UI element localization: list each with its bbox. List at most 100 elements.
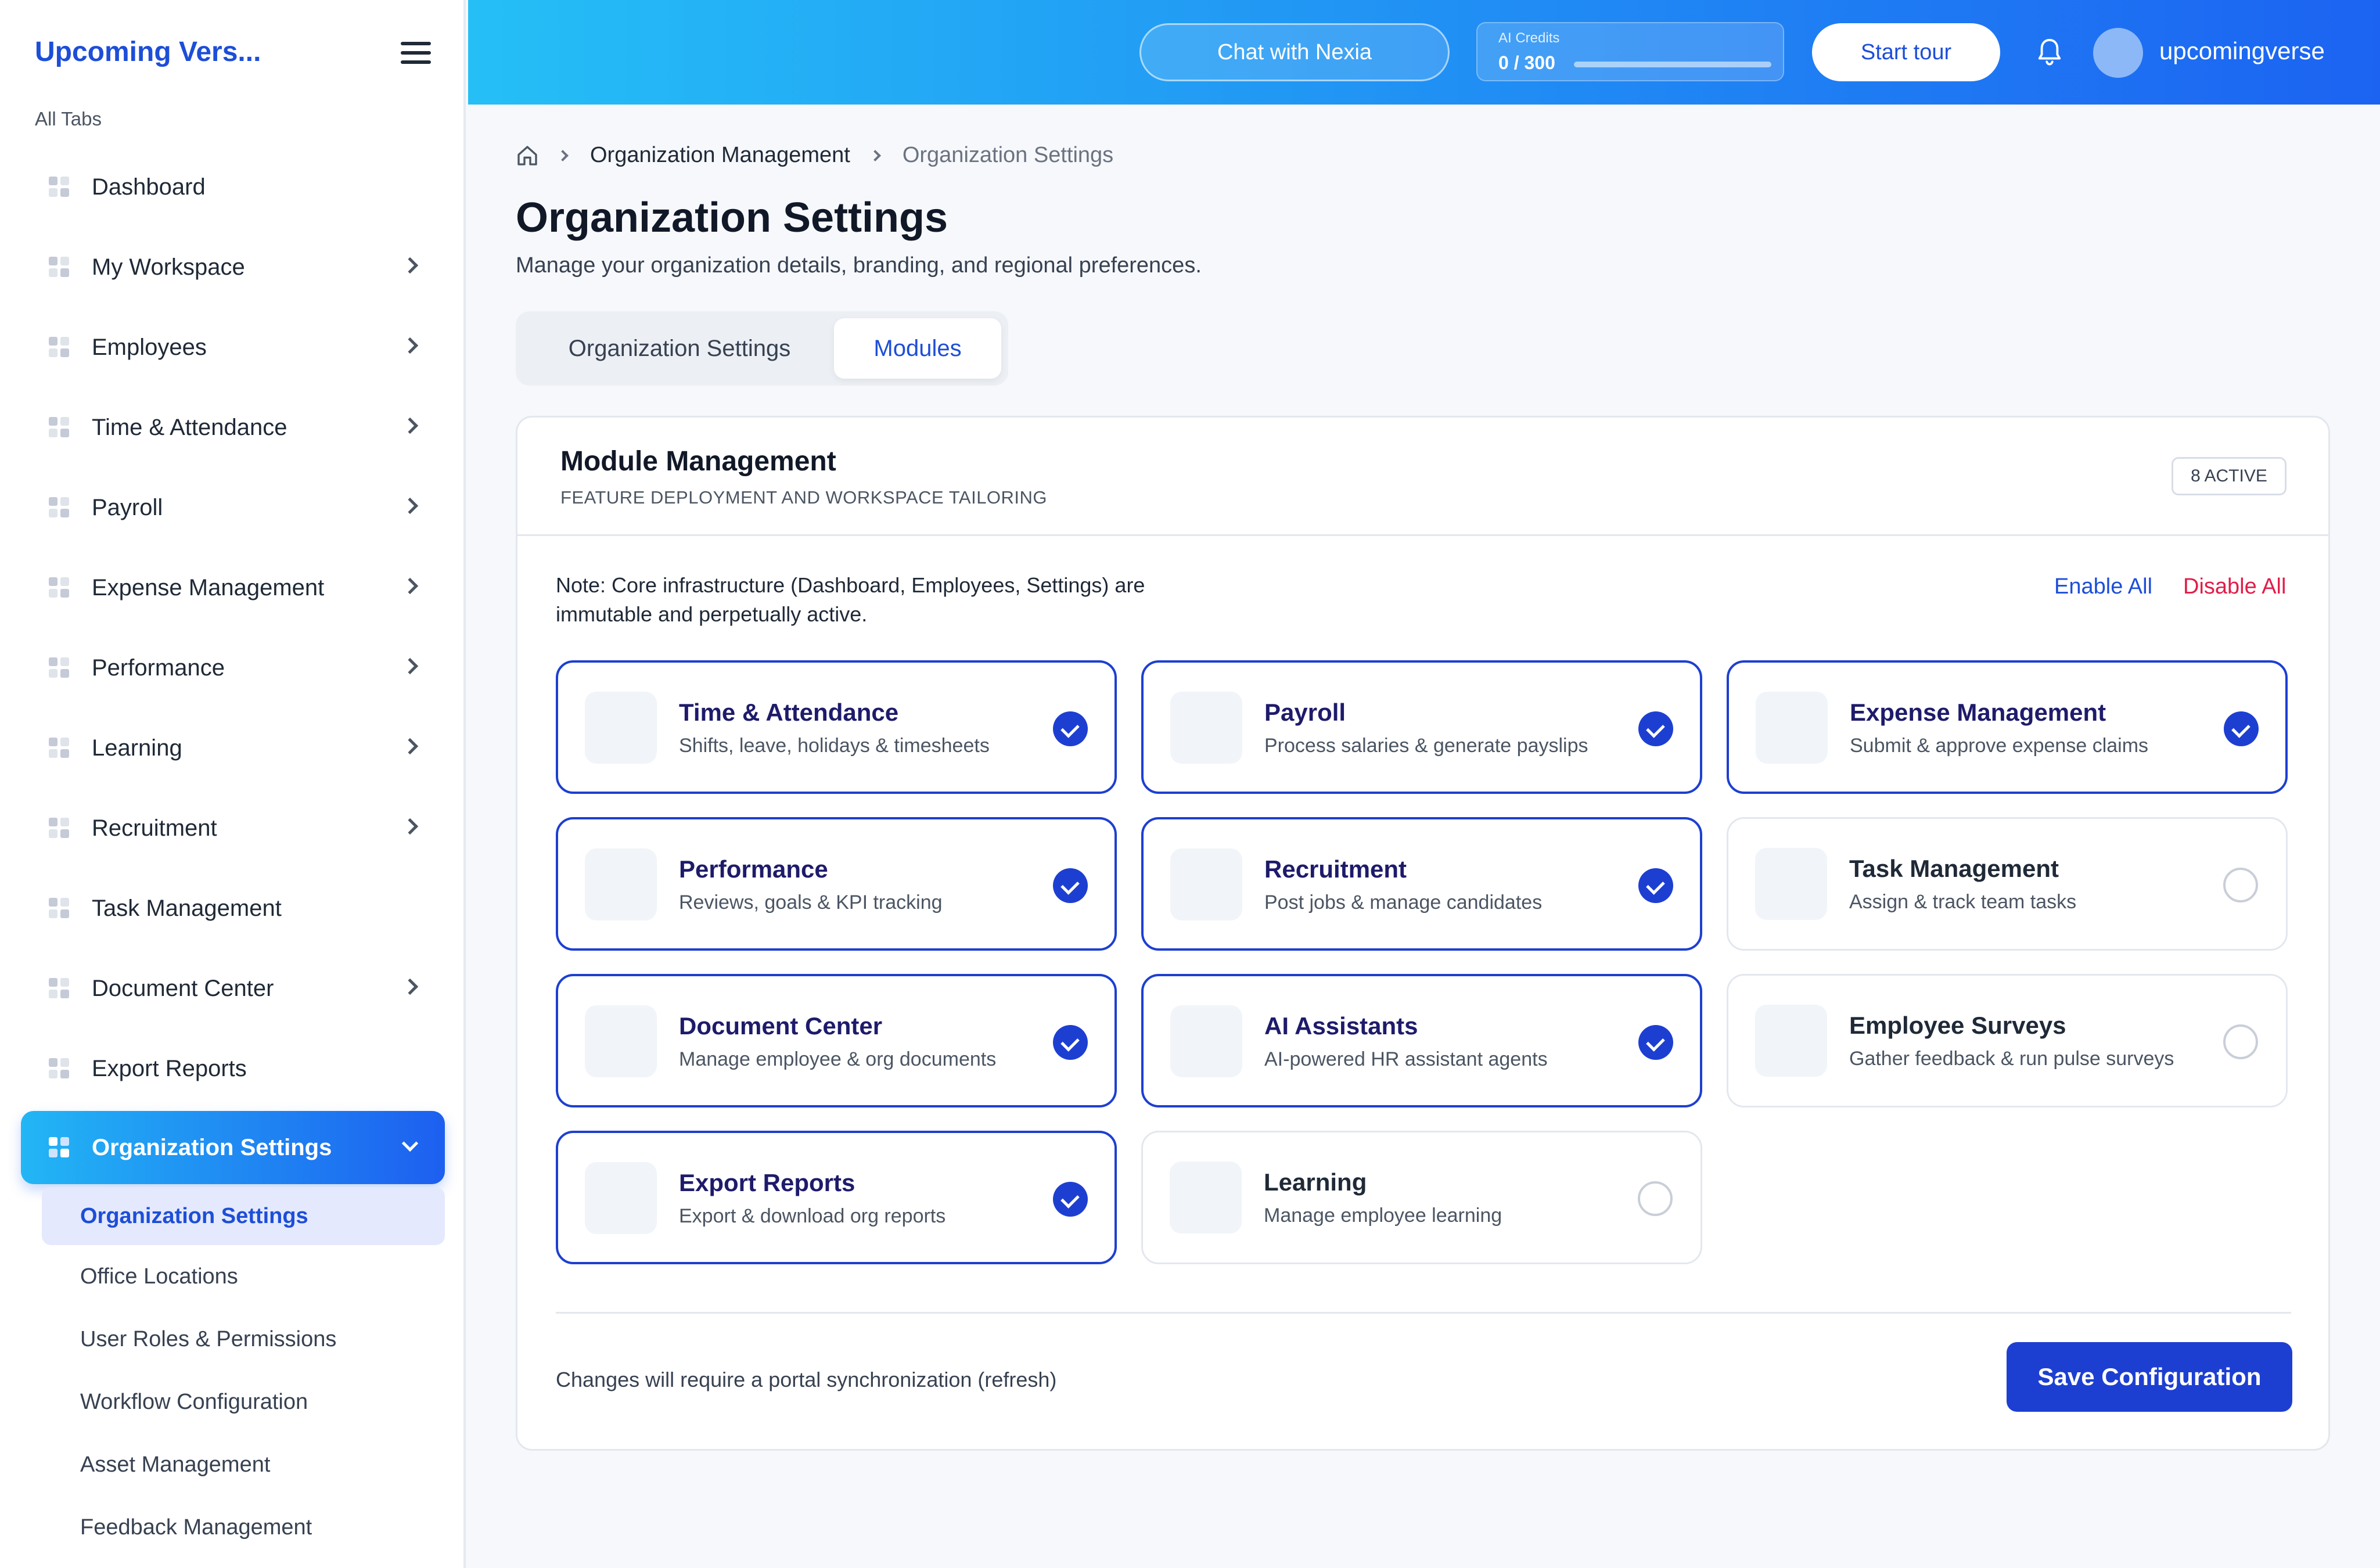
sidebar: Upcoming Vers... All Tabs Dashboard My W… (0, 0, 466, 1568)
module-ai-assistants[interactable]: AI Assistants AI-powered HR assistant ag… (1141, 974, 1702, 1107)
module-icon (1756, 692, 1828, 764)
module-export-reports[interactable]: Export Reports Export & download org rep… (556, 1131, 1117, 1264)
module-icon (1170, 1161, 1242, 1233)
checkmark-icon[interactable] (1638, 711, 1673, 746)
module-description: Manage employee & org documents (679, 1048, 997, 1070)
section-label: All Tabs (35, 108, 102, 130)
sidebar-item-label: Payroll (92, 494, 163, 520)
brand-name[interactable]: Upcoming Vers... (35, 36, 261, 68)
avatar[interactable] (2093, 28, 2143, 78)
menu-icon[interactable] (401, 42, 431, 65)
sidebar-item-label: Recruitment (92, 815, 217, 841)
module-name: AI Assistants (1264, 1012, 1418, 1040)
grid-icon (49, 898, 70, 919)
module-description: Export & download org reports (679, 1205, 946, 1227)
sidebar-item-performance[interactable]: Performance (21, 628, 445, 708)
sidebar-item-dashboard[interactable]: Dashboard (21, 147, 445, 227)
subnav-item-organization-settings[interactable]: Organization Settings (42, 1187, 445, 1245)
checkmark-icon[interactable] (1638, 868, 1673, 903)
module-name: Export Reports (679, 1169, 855, 1196)
chevron-right-icon (401, 657, 419, 675)
module-name: Payroll (1264, 699, 1346, 726)
sidebar-item-label: Organization Settings (92, 1134, 332, 1160)
grid-icon (49, 1058, 70, 1079)
subnav-item-office-locations[interactable]: Office Locations (42, 1245, 445, 1308)
enable-all-link[interactable]: Enable All (2054, 574, 2152, 599)
empty-circle-icon[interactable] (1638, 1181, 1673, 1216)
sidebar-item-organization-settings[interactable]: Organization Settings (21, 1111, 445, 1184)
module-employee-surveys[interactable]: Employee Surveys Gather feedback & run p… (1727, 974, 2288, 1107)
core-infrastructure-note: Note: Core infrastructure (Dashboard, Em… (556, 573, 1145, 626)
module-description: Manage employee learning (1264, 1204, 1502, 1227)
subnav-item-workflow-configuration[interactable]: Workflow Configuration (42, 1371, 445, 1433)
sidebar-item-label: Task Management (92, 895, 282, 921)
checkmark-icon[interactable] (1638, 1025, 1673, 1060)
page-subtitle: Manage your organization details, brandi… (516, 253, 1202, 278)
module-payroll[interactable]: Payroll Process salaries & generate pays… (1141, 660, 1702, 794)
sidebar-item-payroll[interactable]: Payroll (21, 467, 445, 548)
module-recruitment[interactable]: Recruitment Post jobs & manage candidate… (1141, 817, 1702, 951)
page-title: Organization Settings (516, 195, 948, 241)
grid-icon (49, 978, 70, 999)
sidebar-item-label: Time & Attendance (92, 414, 287, 440)
grid-icon (49, 738, 70, 758)
module-name: Employee Surveys (1849, 1012, 2066, 1039)
checkmark-icon[interactable] (2224, 711, 2259, 746)
checkmark-icon[interactable] (1053, 711, 1088, 746)
sidebar-item-expense-management[interactable]: Expense Management (21, 548, 445, 628)
module-name: Document Center (679, 1012, 883, 1040)
module-icon (1170, 848, 1242, 920)
save-configuration-button[interactable]: Save Configuration (2007, 1342, 2292, 1412)
module-description: Assign & track team tasks (1849, 891, 2077, 913)
sidebar-item-label: Expense Management (92, 574, 325, 600)
tab-modules[interactable]: Modules (834, 318, 1001, 379)
subnav-item-user-roles-permissions[interactable]: User Roles & Permissions (42, 1308, 445, 1371)
sidebar-item-recruitment[interactable]: Recruitment (21, 788, 445, 868)
module-expense-management[interactable]: Expense Management Submit & approve expe… (1727, 660, 2288, 794)
divider (556, 1312, 2291, 1314)
sidebar-item-time-attendance[interactable]: Time & Attendance (21, 387, 445, 467)
module-description: Post jobs & manage candidates (1264, 891, 1543, 914)
sidebar-item-my-workspace[interactable]: My Workspace (21, 227, 445, 307)
sidebar-item-employees[interactable]: Employees (21, 307, 445, 387)
breadcrumb-parent[interactable]: Organization Management (590, 143, 850, 168)
module-performance[interactable]: Performance Reviews, goals & KPI trackin… (556, 817, 1117, 951)
start-tour-button[interactable]: Start tour (1812, 23, 2000, 81)
checkmark-icon[interactable] (1053, 1025, 1088, 1060)
empty-circle-icon[interactable] (2223, 868, 2258, 902)
chevron-right-icon (401, 577, 419, 595)
module-description: Gather feedback & run pulse surveys (1849, 1048, 2174, 1070)
module-learning[interactable]: Learning Manage employee learning (1141, 1131, 1702, 1264)
home-icon[interactable] (516, 144, 539, 167)
module-description: Reviews, goals & KPI tracking (679, 891, 943, 914)
module-icon (1755, 1005, 1827, 1077)
module-name: Time & Attendance (679, 699, 899, 726)
module-task-management[interactable]: Task Management Assign & track team task… (1727, 817, 2288, 951)
subnav-item-feedback-management[interactable]: Feedback Management (42, 1496, 445, 1559)
module-name: Performance (679, 855, 828, 883)
chevron-right-icon (401, 978, 419, 995)
subnav-item-asset-management[interactable]: Asset Management (42, 1433, 445, 1496)
disable-all-link[interactable]: Disable All (2183, 574, 2286, 599)
sidebar-item-document-center[interactable]: Document Center (21, 948, 445, 1028)
module-name: Task Management (1849, 855, 2059, 882)
sync-note: Changes will require a portal synchroniz… (556, 1368, 1057, 1391)
active-count-badge: 8 ACTIVE (2172, 457, 2286, 495)
chat-with-nexia-button[interactable]: Chat with Nexia (1139, 23, 1450, 81)
module-description: Submit & approve expense claims (1850, 735, 2149, 757)
bell-icon[interactable] (2036, 37, 2063, 67)
sidebar-item-label: Employees (92, 334, 207, 360)
sidebar-item-task-management[interactable]: Task Management (21, 868, 445, 948)
empty-circle-icon[interactable] (2223, 1024, 2258, 1059)
tab-organization-settings[interactable]: Organization Settings (523, 318, 836, 379)
checkmark-icon[interactable] (1053, 868, 1088, 903)
module-time-attendance[interactable]: Time & Attendance Shifts, leave, holiday… (556, 660, 1117, 794)
module-icon (585, 848, 657, 920)
sidebar-nav: Dashboard My Workspace Employees Time & … (21, 147, 445, 1186)
module-document-center[interactable]: Document Center Manage employee & org do… (556, 974, 1117, 1107)
sidebar-item-learning[interactable]: Learning (21, 708, 445, 788)
checkmark-icon[interactable] (1053, 1182, 1088, 1217)
username[interactable]: upcomingverse (2159, 37, 2325, 65)
sidebar-item-export-reports[interactable]: Export Reports (21, 1028, 445, 1109)
breadcrumb: Organization Management Organization Set… (516, 143, 1134, 168)
